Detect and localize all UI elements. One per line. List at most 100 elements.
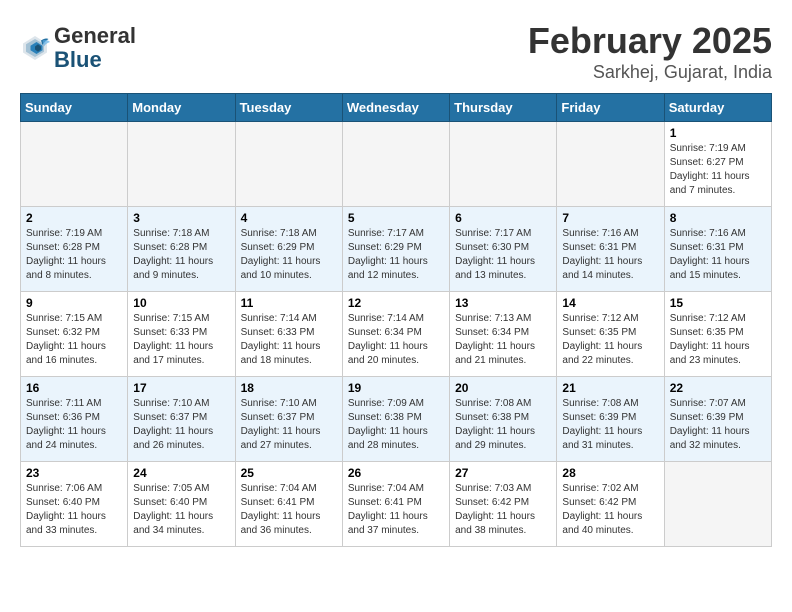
day-number: 25	[241, 466, 337, 480]
day-info: Sunrise: 7:08 AMSunset: 6:38 PMDaylight:…	[455, 397, 551, 453]
day-info: Sunrise: 7:05 AMSunset: 6:40 PMDaylight:…	[133, 482, 229, 538]
day-info: Sunrise: 7:15 AMSunset: 6:32 PMDaylight:…	[26, 312, 122, 368]
calendar-cell: 5 Sunrise: 7:17 AMSunset: 6:29 PMDaylight…	[342, 207, 449, 292]
day-number: 28	[562, 466, 658, 480]
day-info: Sunrise: 7:09 AMSunset: 6:38 PMDaylight:…	[348, 397, 444, 453]
weekday-header: Sunday	[21, 94, 128, 122]
page-header: General Blue February 2025 Sarkhej, Guja…	[20, 20, 772, 83]
day-number: 4	[241, 211, 337, 225]
calendar-cell: 19 Sunrise: 7:09 AMSunset: 6:38 PMDayligh…	[342, 377, 449, 462]
calendar-cell: 25 Sunrise: 7:04 AMSunset: 6:41 PMDayligh…	[235, 462, 342, 547]
weekday-header: Monday	[128, 94, 235, 122]
day-number: 1	[670, 126, 766, 140]
page-subtitle: Sarkhej, Gujarat, India	[528, 62, 772, 83]
weekday-header: Wednesday	[342, 94, 449, 122]
logo-text: General Blue	[54, 24, 136, 72]
calendar-cell: 18 Sunrise: 7:10 AMSunset: 6:37 PMDayligh…	[235, 377, 342, 462]
day-number: 3	[133, 211, 229, 225]
day-info: Sunrise: 7:04 AMSunset: 6:41 PMDaylight:…	[241, 482, 337, 538]
day-info: Sunrise: 7:16 AMSunset: 6:31 PMDaylight:…	[670, 227, 766, 283]
calendar-cell: 11 Sunrise: 7:14 AMSunset: 6:33 PMDayligh…	[235, 292, 342, 377]
day-number: 11	[241, 296, 337, 310]
day-number: 16	[26, 381, 122, 395]
calendar-cell	[557, 122, 664, 207]
day-number: 2	[26, 211, 122, 225]
calendar-cell: 12 Sunrise: 7:14 AMSunset: 6:34 PMDayligh…	[342, 292, 449, 377]
day-number: 26	[348, 466, 444, 480]
calendar-cell: 20 Sunrise: 7:08 AMSunset: 6:38 PMDayligh…	[450, 377, 557, 462]
calendar-week-row: 9 Sunrise: 7:15 AMSunset: 6:32 PMDaylight…	[21, 292, 772, 377]
day-info: Sunrise: 7:12 AMSunset: 6:35 PMDaylight:…	[670, 312, 766, 368]
calendar-cell: 3 Sunrise: 7:18 AMSunset: 6:28 PMDaylight…	[128, 207, 235, 292]
day-number: 23	[26, 466, 122, 480]
calendar-cell	[450, 122, 557, 207]
day-number: 24	[133, 466, 229, 480]
day-info: Sunrise: 7:18 AMSunset: 6:29 PMDaylight:…	[241, 227, 337, 283]
day-number: 18	[241, 381, 337, 395]
day-number: 14	[562, 296, 658, 310]
calendar-cell: 10Sunrise: 7:15 AMSunset: 6:33 PMDayligh…	[128, 292, 235, 377]
calendar-cell: 9 Sunrise: 7:15 AMSunset: 6:32 PMDaylight…	[21, 292, 128, 377]
calendar-cell	[342, 122, 449, 207]
calendar-cell: 26 Sunrise: 7:04 AMSunset: 6:41 PMDayligh…	[342, 462, 449, 547]
calendar-cell: 15Sunrise: 7:12 AMSunset: 6:35 PMDayligh…	[664, 292, 771, 377]
day-number: 7	[562, 211, 658, 225]
calendar-table: SundayMondayTuesdayWednesdayThursdayFrid…	[20, 93, 772, 547]
day-info: Sunrise: 7:14 AMSunset: 6:33 PMDaylight:…	[241, 312, 337, 368]
calendar-cell: 16Sunrise: 7:11 AMSunset: 6:36 PMDayligh…	[21, 377, 128, 462]
day-info: Sunrise: 7:08 AMSunset: 6:39 PMDaylight:…	[562, 397, 658, 453]
calendar-cell: 21 Sunrise: 7:08 AMSunset: 6:39 PMDayligh…	[557, 377, 664, 462]
day-info: Sunrise: 7:13 AMSunset: 6:34 PMDaylight:…	[455, 312, 551, 368]
calendar-cell: 27 Sunrise: 7:03 AMSunset: 6:42 PMDayligh…	[450, 462, 557, 547]
calendar-cell: 1 Sunrise: 7:19 AMSunset: 6:27 PMDaylight…	[664, 122, 771, 207]
calendar-cell: 7Sunrise: 7:16 AMSunset: 6:31 PMDaylight…	[557, 207, 664, 292]
day-info: Sunrise: 7:17 AMSunset: 6:29 PMDaylight:…	[348, 227, 444, 283]
day-number: 21	[562, 381, 658, 395]
day-number: 17	[133, 381, 229, 395]
day-number: 13	[455, 296, 551, 310]
calendar-cell: 22 Sunrise: 7:07 AMSunset: 6:39 PMDayligh…	[664, 377, 771, 462]
day-info: Sunrise: 7:10 AMSunset: 6:37 PMDaylight:…	[133, 397, 229, 453]
day-info: Sunrise: 7:14 AMSunset: 6:34 PMDaylight:…	[348, 312, 444, 368]
day-info: Sunrise: 7:12 AMSunset: 6:35 PMDaylight:…	[562, 312, 658, 368]
day-info: Sunrise: 7:06 AMSunset: 6:40 PMDaylight:…	[26, 482, 122, 538]
calendar-cell	[21, 122, 128, 207]
weekday-header: Friday	[557, 94, 664, 122]
calendar-week-row: 23 Sunrise: 7:06 AMSunset: 6:40 PMDayligh…	[21, 462, 772, 547]
day-info: Sunrise: 7:19 AMSunset: 6:28 PMDaylight:…	[26, 227, 122, 283]
day-info: Sunrise: 7:18 AMSunset: 6:28 PMDaylight:…	[133, 227, 229, 283]
weekday-header: Tuesday	[235, 94, 342, 122]
day-info: Sunrise: 7:07 AMSunset: 6:39 PMDaylight:…	[670, 397, 766, 453]
calendar-cell: 2 Sunrise: 7:19 AMSunset: 6:28 PMDaylight…	[21, 207, 128, 292]
day-number: 22	[670, 381, 766, 395]
calendar-week-row: 2 Sunrise: 7:19 AMSunset: 6:28 PMDaylight…	[21, 207, 772, 292]
calendar-cell: 24 Sunrise: 7:05 AMSunset: 6:40 PMDayligh…	[128, 462, 235, 547]
logo: General Blue	[20, 24, 136, 72]
calendar-cell: 14 Sunrise: 7:12 AMSunset: 6:35 PMDayligh…	[557, 292, 664, 377]
weekday-header-row: SundayMondayTuesdayWednesdayThursdayFrid…	[21, 94, 772, 122]
calendar-cell: 23 Sunrise: 7:06 AMSunset: 6:40 PMDayligh…	[21, 462, 128, 547]
calendar-cell: 17 Sunrise: 7:10 AMSunset: 6:37 PMDayligh…	[128, 377, 235, 462]
calendar-cell: 4 Sunrise: 7:18 AMSunset: 6:29 PMDaylight…	[235, 207, 342, 292]
day-info: Sunrise: 7:03 AMSunset: 6:42 PMDaylight:…	[455, 482, 551, 538]
day-number: 8	[670, 211, 766, 225]
day-number: 20	[455, 381, 551, 395]
day-number: 12	[348, 296, 444, 310]
weekday-header: Thursday	[450, 94, 557, 122]
calendar-cell	[128, 122, 235, 207]
day-info: Sunrise: 7:10 AMSunset: 6:37 PMDaylight:…	[241, 397, 337, 453]
calendar-cell: 13 Sunrise: 7:13 AMSunset: 6:34 PMDayligh…	[450, 292, 557, 377]
calendar-cell: 6Sunrise: 7:17 AMSunset: 6:30 PMDaylight…	[450, 207, 557, 292]
title-block: February 2025 Sarkhej, Gujarat, India	[528, 20, 772, 83]
day-info: Sunrise: 7:04 AMSunset: 6:41 PMDaylight:…	[348, 482, 444, 538]
day-number: 19	[348, 381, 444, 395]
day-number: 10	[133, 296, 229, 310]
weekday-header: Saturday	[664, 94, 771, 122]
day-info: Sunrise: 7:17 AMSunset: 6:30 PMDaylight:…	[455, 227, 551, 283]
day-info: Sunrise: 7:19 AMSunset: 6:27 PMDaylight:…	[670, 142, 766, 198]
day-number: 9	[26, 296, 122, 310]
calendar-cell: 28Sunrise: 7:02 AMSunset: 6:42 PMDayligh…	[557, 462, 664, 547]
day-number: 5	[348, 211, 444, 225]
page-title: February 2025	[528, 20, 772, 62]
day-number: 27	[455, 466, 551, 480]
